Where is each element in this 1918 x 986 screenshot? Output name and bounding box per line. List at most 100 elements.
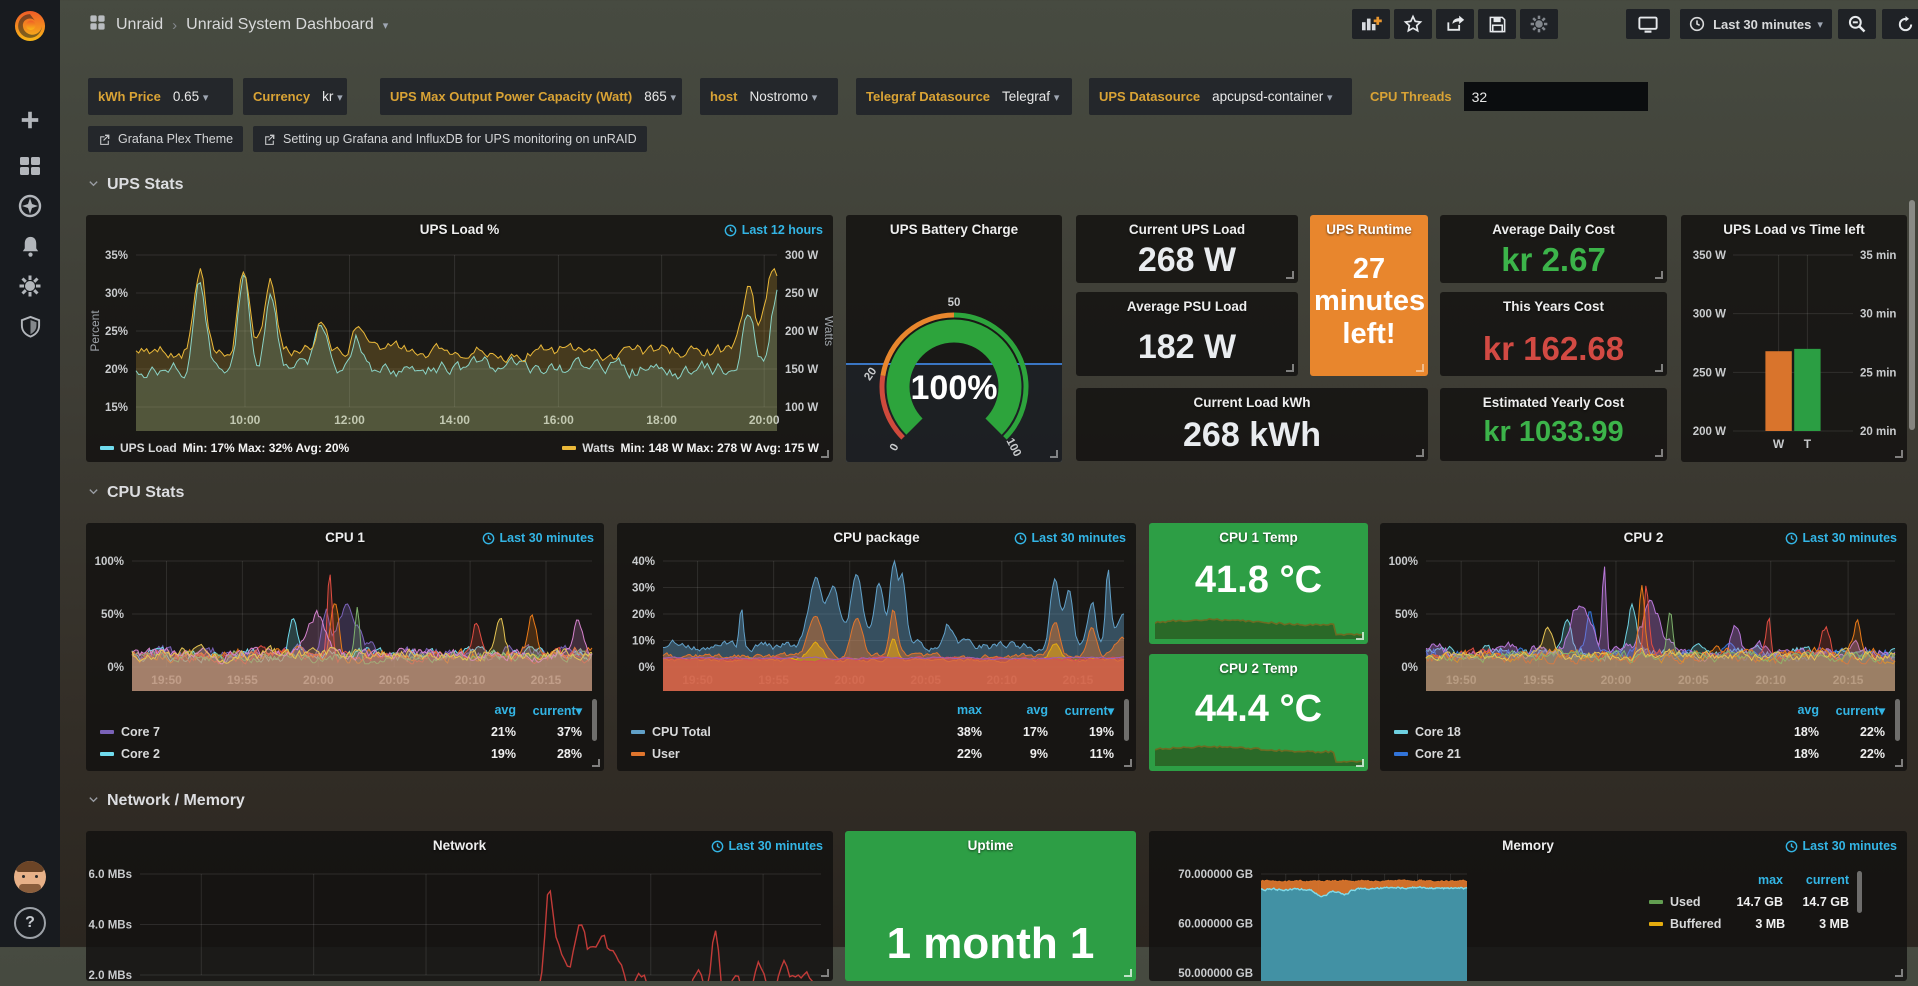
- legend-header-row: maxavgcurrent▾: [631, 699, 1114, 721]
- svg-text:20%: 20%: [632, 609, 655, 621]
- time-range-picker[interactable]: Last 30 minutes ▾: [1680, 9, 1832, 39]
- zoom-out-button[interactable]: [1838, 9, 1876, 39]
- svg-text:0%: 0%: [107, 662, 124, 674]
- svg-text:150 W: 150 W: [785, 364, 818, 376]
- legend-column-header[interactable]: avg: [450, 703, 516, 717]
- variable-ups-max-power[interactable]: UPS Max Output Power Capacity (Watt) 865…: [380, 78, 682, 115]
- legend-series-name[interactable]: Core 7: [100, 725, 450, 739]
- variable-value: kr ▾: [322, 89, 343, 104]
- breadcrumb-root[interactable]: Unraid: [116, 16, 163, 34]
- legend-series-name[interactable]: Watts: [582, 441, 614, 455]
- legend-scrollbar[interactable]: [592, 699, 597, 741]
- variable-kwh-price[interactable]: kWh Price 0.65 ▾: [88, 78, 233, 115]
- section-cpu-stats[interactable]: CPU Stats: [88, 484, 184, 502]
- legend-swatch: [1394, 752, 1408, 756]
- legend-series-name[interactable]: User: [631, 747, 916, 761]
- variable-telegraf-datasource[interactable]: Telegraf Datasource Telegraf ▾: [856, 78, 1072, 115]
- panel-title[interactable]: Current UPS Load: [1076, 222, 1298, 237]
- legend-column-header[interactable]: current▾: [1048, 703, 1114, 718]
- dashboards-icon[interactable]: [0, 146, 60, 186]
- dashboard-link-plex-theme[interactable]: Grafana Plex Theme: [88, 126, 243, 152]
- legend-column-header[interactable]: avg: [982, 703, 1048, 717]
- legend-series-name[interactable]: UPS Load: [120, 441, 177, 455]
- panel-title[interactable]: Uptime: [845, 838, 1136, 853]
- create-plus-icon[interactable]: [0, 100, 60, 140]
- variable-host[interactable]: host Nostromo ▾: [700, 78, 838, 115]
- cpu-threads-input[interactable]: [1464, 82, 1648, 111]
- time-range-label: Last 30 minutes: [1707, 17, 1815, 32]
- cpu2-chart[interactable]: 100%50%0%19:5019:5520:0020:0520:1020:15: [1380, 551, 1907, 691]
- legend-series-name[interactable]: Buffered: [1649, 917, 1721, 931]
- legend-column-header[interactable]: max: [1717, 873, 1783, 887]
- share-dashboard-button[interactable]: [1436, 9, 1474, 39]
- help-icon[interactable]: ?: [14, 907, 46, 939]
- panel-time-range[interactable]: Last 30 minutes: [1785, 531, 1897, 545]
- legend-column-header[interactable]: max: [916, 703, 982, 717]
- legend-column-header[interactable]: avg: [1753, 703, 1819, 717]
- panel-title[interactable]: UPS Load %: [86, 222, 833, 237]
- panel-time-range[interactable]: Last 12 hours: [724, 223, 823, 237]
- network-chart[interactable]: 6.0 MBs4.0 MBs2.0 MBs: [86, 831, 833, 981]
- legend-row: Core 2118%22%: [1394, 743, 1885, 765]
- dashboard-title-caret-icon[interactable]: ▾: [383, 19, 389, 32]
- section-network-memory[interactable]: Network / Memory: [88, 792, 245, 810]
- legend-column-header[interactable]: current▾: [1819, 703, 1885, 718]
- legend-series-name[interactable]: Core 18: [1394, 725, 1753, 739]
- ups-load-vs-time-chart[interactable]: 350 W35 min300 W30 min250 W25 min200 W20…: [1681, 243, 1907, 455]
- variable-cpu-threads: CPU Threads: [1370, 78, 1628, 115]
- explore-compass-icon[interactable]: [0, 186, 60, 226]
- legend-scrollbar[interactable]: [1857, 871, 1862, 913]
- panel-title[interactable]: Estimated Yearly Cost: [1440, 395, 1667, 410]
- dashboard-settings-button[interactable]: [1520, 9, 1558, 39]
- legend-item[interactable]: WattsMin: 148 W Max: 278 W Avg: 175 W: [562, 441, 819, 455]
- dashboard-title[interactable]: Unraid System Dashboard: [186, 16, 374, 34]
- panel-ups-load-vs-time-left: UPS Load vs Time left 350 W35 min300 W30…: [1681, 215, 1907, 462]
- ups-load-legend: UPS LoadMin: 17% Max: 32% Avg: 20% WattsM…: [100, 441, 819, 455]
- ups-load-chart[interactable]: 35%300 W30%250 W25%200 W20%150 W15%100 W…: [86, 245, 833, 431]
- legend-series-name[interactable]: Core 2: [100, 747, 450, 761]
- panel-title[interactable]: This Years Cost: [1440, 299, 1667, 314]
- user-avatar[interactable]: [14, 861, 46, 893]
- panel-title[interactable]: CPU 1 Temp: [1149, 530, 1368, 545]
- alerting-bell-icon[interactable]: [0, 226, 60, 266]
- panel-title[interactable]: UPS Load vs Time left: [1681, 222, 1907, 237]
- variable-currency[interactable]: Currency kr ▾: [243, 78, 347, 115]
- variable-ups-datasource[interactable]: UPS Datasource apcupsd-container ▾: [1089, 78, 1352, 115]
- save-dashboard-button[interactable]: [1478, 9, 1516, 39]
- legend-value: 22%: [1819, 725, 1885, 739]
- legend-series-name[interactable]: CPU Total: [631, 725, 916, 739]
- chevron-down-icon: [88, 176, 99, 194]
- cpu-package-chart[interactable]: 40%30%20%10%0%19:5019:5520:0020:0520:102…: [617, 551, 1136, 691]
- dashboard-link-ups-guide[interactable]: Setting up Grafana and InfluxDB for UPS …: [253, 126, 647, 152]
- section-ups-stats[interactable]: UPS Stats: [88, 176, 183, 194]
- panel-title[interactable]: Current Load kWh: [1076, 395, 1428, 410]
- legend-item[interactable]: UPS LoadMin: 17% Max: 32% Avg: 20%: [100, 441, 349, 455]
- page-scrollbar[interactable]: [1909, 200, 1915, 430]
- panel-time-range[interactable]: Last 30 minutes: [482, 531, 594, 545]
- panel-title[interactable]: CPU 2 Temp: [1149, 661, 1368, 676]
- svg-text:W: W: [1773, 437, 1785, 451]
- legend-scrollbar[interactable]: [1124, 699, 1129, 741]
- panel-title[interactable]: UPS Runtime: [1310, 222, 1428, 237]
- stat-value: kr 2.67: [1440, 241, 1667, 279]
- legend-column-header[interactable]: current▾: [516, 703, 582, 718]
- tv-mode-button[interactable]: [1626, 9, 1670, 39]
- refresh-picker[interactable]: 5s ▾: [1882, 9, 1918, 39]
- star-dashboard-button[interactable]: [1394, 9, 1432, 39]
- stat-value: kr 162.68: [1440, 330, 1667, 368]
- server-admin-shield-icon[interactable]: [0, 306, 60, 346]
- apps-grid-icon[interactable]: [88, 13, 107, 37]
- panel-title[interactable]: Average Daily Cost: [1440, 222, 1667, 237]
- legend-value: 18%: [1753, 747, 1819, 761]
- legend-series-name[interactable]: Used: [1649, 895, 1717, 909]
- cpu1-chart[interactable]: 100%50%0%19:5019:5520:0020:0520:1020:15: [86, 551, 604, 691]
- legend-swatch: [1649, 922, 1663, 926]
- legend-scrollbar[interactable]: [1895, 699, 1900, 741]
- legend-series-name[interactable]: Core 21: [1394, 747, 1753, 761]
- configuration-gear-icon[interactable]: [0, 266, 60, 306]
- grafana-logo-icon[interactable]: [0, 0, 60, 52]
- legend-column-header[interactable]: current: [1783, 873, 1849, 887]
- add-panel-button[interactable]: [1352, 9, 1390, 39]
- panel-title[interactable]: Average PSU Load: [1076, 299, 1298, 314]
- panel-time-range[interactable]: Last 30 minutes: [1014, 531, 1126, 545]
